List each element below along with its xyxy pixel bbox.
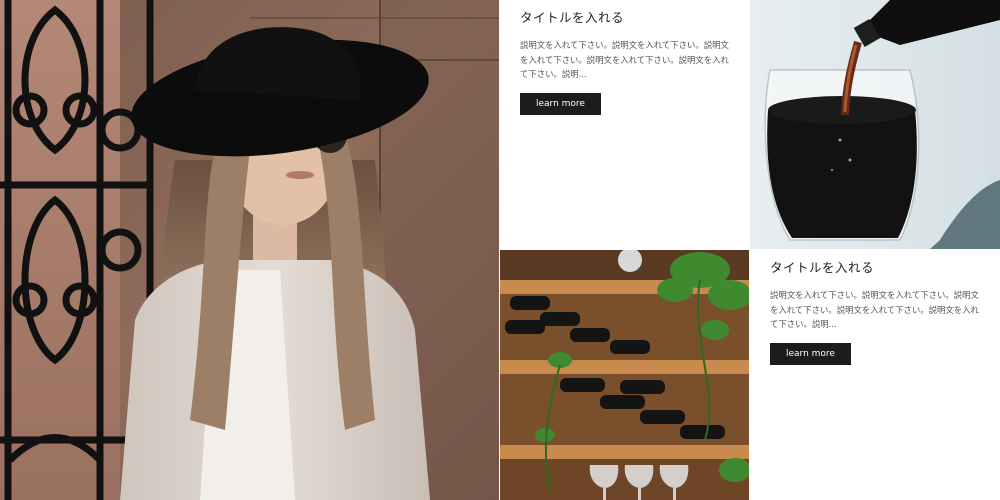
hero-photo [0,0,499,500]
learn-more-button[interactable]: learn more [770,342,851,365]
wine-glass-image [750,0,1000,249]
card-title: タイトルを入れる [520,10,625,25]
wine-photo [750,0,1000,249]
text-card-2: タイトルを入れる 説明文を入れて下さい。説明文を入れて下さい。説明文を入れて下さ… [750,250,1000,500]
learn-more-button[interactable]: learn more [520,92,601,115]
card-description: 説明文を入れて下さい。説明文を入れて下さい。説明文を入れて下さい。説明文を入れて… [520,40,729,79]
card-content: タイトルを入れる 説明文を入れて下さい。説明文を入れて下さい。説明文を入れて下さ… [770,258,982,365]
woman-photo-image [0,0,499,500]
wine-shelf-image [500,250,749,500]
text-card-1: タイトルを入れる 説明文を入れて下さい。説明文を入れて下さい。説明文を入れて下さ… [500,0,749,249]
card-title: タイトルを入れる [770,260,875,275]
image-text-grid: タイトルを入れる 説明文を入れて下さい。説明文を入れて下さい。説明文を入れて下さ… [0,0,1000,500]
card-description: 説明文を入れて下さい。説明文を入れて下さい。説明文を入れて下さい。説明文を入れて… [770,290,979,329]
shelf-photo [500,250,749,500]
card-content: タイトルを入れる 説明文を入れて下さい。説明文を入れて下さい。説明文を入れて下さ… [520,8,732,115]
